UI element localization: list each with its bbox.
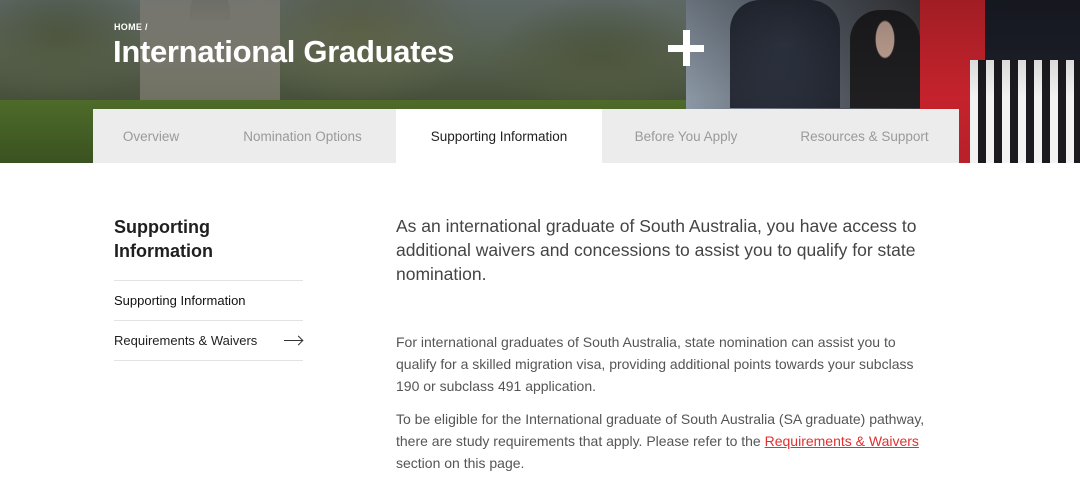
sidebar-title: Supporting Information: [114, 217, 213, 261]
sidebar-item-label: Supporting Information: [114, 293, 246, 308]
page-title: International Graduates: [113, 34, 455, 69]
breadcrumb-home[interactable]: HOME /: [114, 22, 148, 32]
sidebar-item-requirements-waivers[interactable]: Requirements & Waivers: [114, 320, 303, 361]
sidebar-nav: Supporting Information Requirements & Wa…: [114, 280, 303, 361]
body-paragraph-2-end: section on this page.: [396, 455, 525, 471]
sidebar-item-label: Requirements & Waivers: [114, 333, 258, 348]
tab-supporting-information[interactable]: Supporting Information: [396, 109, 602, 163]
arrow-right-icon: [284, 336, 303, 346]
body-paragraph-2: To be eligible for the International gra…: [396, 408, 936, 474]
tab-before-you-apply[interactable]: Before You Apply: [602, 109, 770, 163]
tab-resources-support[interactable]: Resources & Support: [770, 109, 959, 163]
body-paragraph-1: For international graduates of South Aus…: [396, 334, 914, 394]
plus-icon: [668, 30, 704, 66]
lead-paragraph: As an international graduate of South Au…: [396, 216, 917, 284]
tab-bar: Overview Nomination Options Supporting I…: [93, 109, 959, 163]
tab-overview[interactable]: Overview: [93, 109, 209, 163]
requirements-waivers-link[interactable]: Requirements & Waivers: [765, 433, 919, 449]
tab-nomination-options[interactable]: Nomination Options: [209, 109, 396, 163]
sidebar-item-supporting-information[interactable]: Supporting Information: [114, 280, 303, 320]
